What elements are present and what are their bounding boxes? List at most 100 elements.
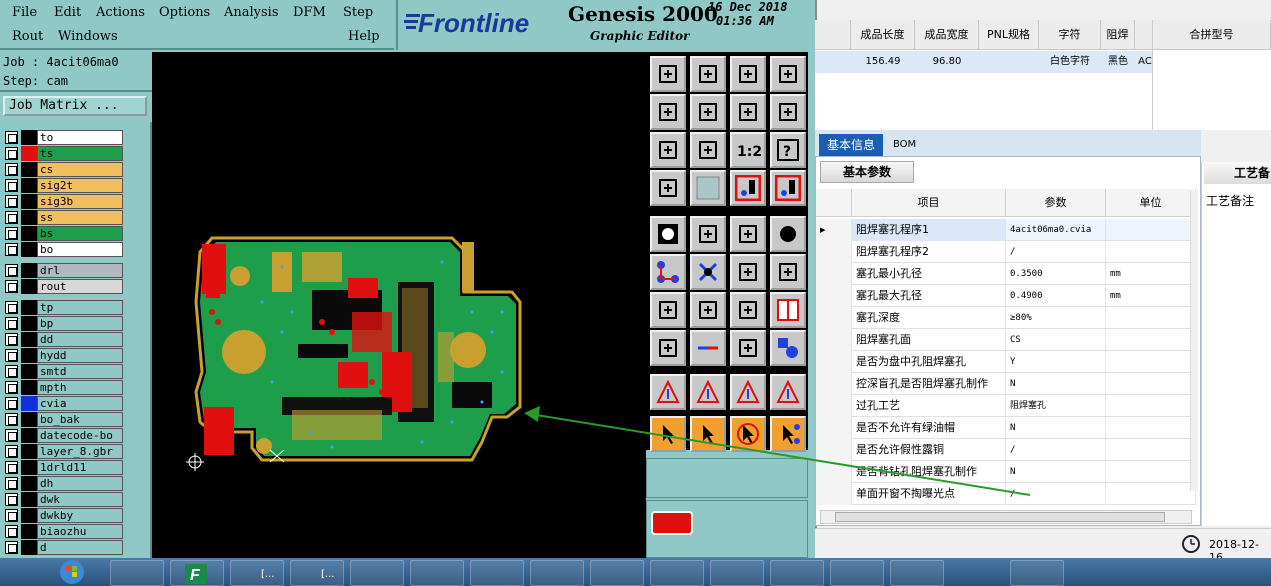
param-row[interactable]: ▸ 阻焊塞孔程序1 4acit06ma0.cvia — [816, 219, 1196, 241]
layer-checkbox[interactable] — [5, 333, 18, 346]
layer-name[interactable]: cvia — [37, 396, 123, 411]
taskbar-app-8[interactable] — [1010, 560, 1064, 586]
param-value[interactable]: / — [1006, 241, 1106, 263]
layer-row[interactable]: layer_8.gbr — [4, 444, 123, 459]
pan-right-button[interactable] — [690, 94, 726, 130]
measure-button[interactable] — [650, 170, 686, 206]
layer-row[interactable]: bs — [4, 226, 123, 241]
param-value[interactable]: / — [1006, 483, 1106, 505]
layer-color-swatch[interactable] — [21, 316, 37, 331]
layer-color-swatch[interactable] — [21, 300, 37, 315]
overview-map[interactable] — [646, 500, 808, 558]
param-row[interactable]: 是否为盘中孔阻焊塞孔 Y — [816, 351, 1196, 373]
taskbar-excel-2[interactable] — [770, 560, 824, 586]
param-row[interactable]: 阻焊塞孔程序2/ — [816, 241, 1196, 263]
layer-row[interactable]: dwkby — [4, 508, 123, 523]
layer-color-swatch[interactable] — [21, 332, 37, 347]
menu-help[interactable]: Help — [348, 29, 380, 44]
tab-process-notes[interactable]: 工艺备 — [1204, 162, 1271, 184]
pad-button[interactable] — [650, 216, 686, 252]
layer-checkbox[interactable] — [5, 477, 18, 490]
taskbar-window-1[interactable]: [... — [230, 560, 284, 586]
param-value[interactable]: Y — [1006, 351, 1106, 373]
job-matrix-button[interactable]: Job Matrix ... — [3, 96, 147, 116]
layer-color-swatch[interactable] — [21, 508, 37, 523]
cell-mask[interactable]: 黑色 — [1101, 51, 1135, 73]
layer-checkbox[interactable] — [5, 227, 18, 240]
triangle3-button[interactable] — [730, 374, 766, 410]
layer-name[interactable]: bo_bak — [37, 412, 123, 427]
param-value[interactable]: 0.4900 — [1006, 285, 1106, 307]
layer-color-swatch[interactable] — [21, 428, 37, 443]
param-row[interactable]: 阻焊塞孔面 CS — [816, 329, 1196, 351]
layer-color-swatch[interactable] — [21, 380, 37, 395]
layer-checkbox[interactable] — [5, 493, 18, 506]
param-value[interactable]: 0.3500 — [1006, 263, 1106, 285]
layer-color-swatch[interactable] — [21, 460, 37, 475]
layer-row[interactable]: bo_bak — [4, 412, 123, 427]
row-selector[interactable] — [816, 483, 852, 505]
layer-row[interactable]: sig2t — [4, 178, 123, 193]
layer-row[interactable]: biaozhu — [4, 524, 123, 539]
row-selector[interactable] — [816, 439, 852, 461]
row-selector[interactable] — [816, 241, 852, 263]
menu-step[interactable]: Step — [343, 5, 373, 20]
triangle-button[interactable] — [650, 374, 686, 410]
redraw-button[interactable] — [730, 94, 766, 130]
taskbar-excel-1[interactable] — [710, 560, 764, 586]
layer-name[interactable]: datecode-bo — [37, 428, 123, 443]
pan-left-button[interactable] — [650, 94, 686, 130]
layer-row[interactable]: cs — [4, 162, 123, 177]
param-row[interactable]: 是否不允许有绿油帽 N — [816, 417, 1196, 439]
vertical-scrollbar[interactable] — [1190, 191, 1198, 491]
fit-screen-button[interactable] — [650, 132, 686, 168]
row-selector[interactable] — [816, 417, 852, 439]
layer-name[interactable]: bp — [37, 316, 123, 331]
row-selector[interactable] — [816, 307, 852, 329]
triangle2-button[interactable] — [690, 374, 726, 410]
cell-pnl[interactable] — [979, 51, 1039, 73]
layer-row[interactable]: dwk — [4, 492, 123, 507]
param-row[interactable]: 塞孔最小孔径 0.3500 mm — [816, 263, 1196, 285]
layer-name[interactable]: sig3b — [37, 194, 123, 209]
arc-button[interactable] — [730, 254, 766, 290]
layer-checkbox[interactable] — [5, 509, 18, 522]
layer-color-swatch[interactable] — [21, 279, 37, 294]
menu-rout[interactable]: Rout — [12, 29, 43, 44]
taskbar-window-2[interactable]: [... — [290, 560, 344, 586]
taskbar-app-4[interactable] — [470, 560, 524, 586]
layer-color-swatch[interactable] — [21, 242, 37, 257]
triangle4-button[interactable] — [770, 374, 806, 410]
cross-button[interactable] — [690, 254, 726, 290]
layer-name[interactable]: dh — [37, 476, 123, 491]
layer-name[interactable]: d — [37, 540, 123, 555]
param-value[interactable]: 阻焊塞孔 — [1006, 395, 1106, 417]
layer-color-swatch[interactable] — [21, 444, 37, 459]
layer-name[interactable]: smtd — [37, 364, 123, 379]
layer-name[interactable]: dwk — [37, 492, 123, 507]
layer-name[interactable]: tp — [37, 300, 123, 315]
layer-checkbox[interactable] — [5, 131, 18, 144]
param-row[interactable]: 是否背钻孔阻焊塞孔制作 N — [816, 461, 1196, 483]
taskbar-app-5[interactable] — [530, 560, 584, 586]
layer-checkbox[interactable] — [5, 541, 18, 554]
taskbar-app-2[interactable] — [350, 560, 404, 586]
cell-width[interactable]: 96.80 — [915, 51, 979, 73]
layer-color-swatch[interactable] — [21, 492, 37, 507]
layer-name[interactable]: drl — [37, 263, 123, 278]
layer-color-swatch[interactable] — [21, 364, 37, 379]
row-selector[interactable] — [816, 285, 852, 307]
layer-name[interactable]: biaozhu — [37, 524, 123, 539]
layer-row[interactable]: ts — [4, 146, 123, 161]
layer-checkbox[interactable] — [5, 163, 18, 176]
layer-checkbox[interactable] — [5, 243, 18, 256]
layer-color-swatch[interactable] — [21, 540, 37, 555]
layer-name[interactable]: dwkby — [37, 508, 123, 523]
diag-button[interactable] — [690, 292, 726, 328]
layer-checkbox[interactable] — [5, 429, 18, 442]
layer-row[interactable]: to — [4, 130, 123, 145]
layer-name[interactable]: hydd — [37, 348, 123, 363]
param-row[interactable]: 塞孔最大孔径 0.4900 mm — [816, 285, 1196, 307]
param-value[interactable]: CS — [1006, 329, 1106, 351]
row-selector[interactable] — [816, 461, 852, 483]
